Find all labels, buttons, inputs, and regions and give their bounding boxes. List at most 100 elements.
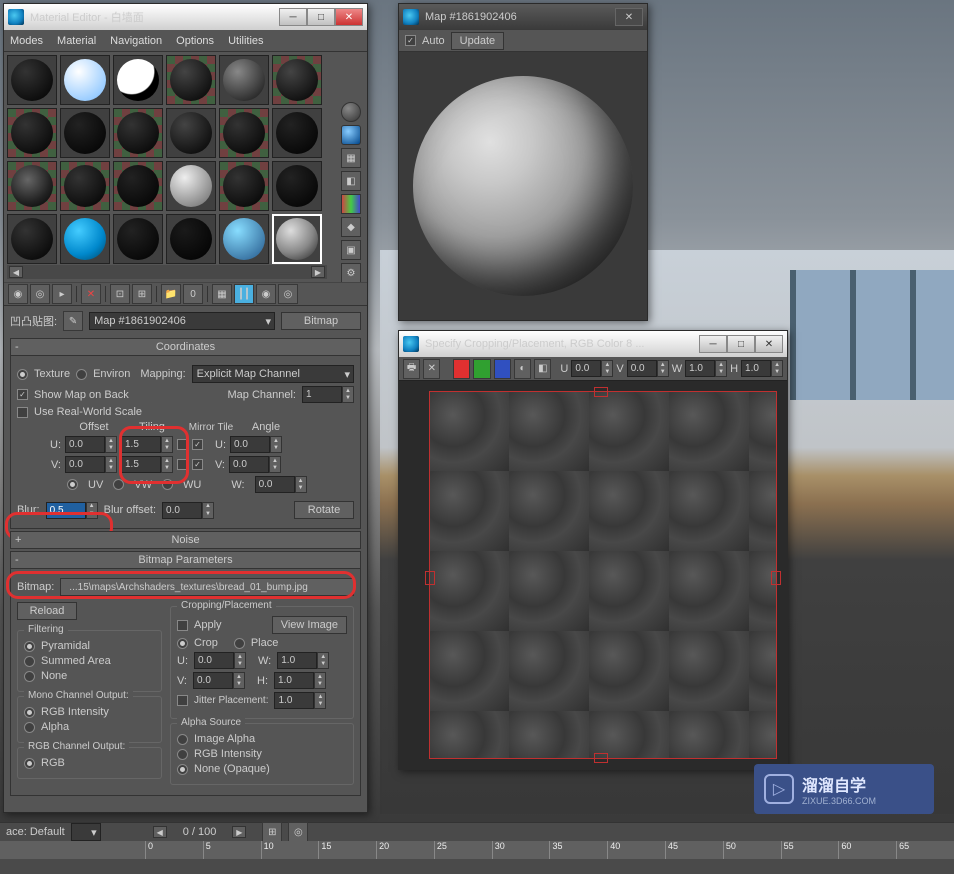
apply-check[interactable] [177,620,188,631]
v-tile-check[interactable] [192,459,203,470]
backlight-icon[interactable]: ▦ [341,148,361,168]
menu-options[interactable]: Options [176,35,214,47]
coordinates-header[interactable]: -Coordinates [10,338,361,356]
sample-slot[interactable] [60,108,110,158]
crop-u-spinner[interactable]: ▲▼ [194,652,246,669]
u-angle-spinner[interactable]: ▲▼ [230,436,282,453]
crop-h-spinner[interactable]: ▲▼ [274,672,326,689]
v-mirror-check[interactable] [177,459,188,470]
scroll-right-icon[interactable]: ▶ [311,266,325,278]
make-preview-icon[interactable]: ▣ [341,240,361,260]
rgb-radio[interactable] [24,758,35,769]
sample-slot[interactable] [7,161,57,211]
summed-radio[interactable] [24,656,35,667]
jitter-spinner[interactable]: ▲▼ [274,692,326,709]
map-channel-spinner[interactable]: ▲▼ [302,386,354,403]
make-unique-icon[interactable]: ⊞ [132,284,152,304]
close-button[interactable]: ✕ [615,8,643,26]
wu-radio[interactable] [162,479,173,490]
sample-slot[interactable] [272,108,322,158]
background-icon[interactable]: ◧ [341,171,361,191]
maximize-button[interactable]: □ [307,8,335,26]
sample-slot[interactable] [113,108,163,158]
sample-uv-icon[interactable] [341,194,361,214]
sample-slot[interactable] [219,108,269,158]
make-copy-icon[interactable]: ⊡ [110,284,130,304]
texture-view[interactable] [399,381,787,769]
rgb-intensity-radio[interactable] [24,707,35,718]
timeline-prev-icon[interactable]: ◀ [153,826,167,838]
time-ruler[interactable]: document.write(Array.from({length:14},(_… [0,841,954,859]
jitter-check[interactable] [177,695,188,706]
show-map-check[interactable] [17,389,28,400]
channel-a-icon[interactable]: ◐ [514,359,531,379]
menu-modes[interactable]: Modes [10,35,43,47]
u-tiling-spinner[interactable]: ▲▼ [121,436,173,453]
crop-radio[interactable] [177,638,188,649]
sample-slot[interactable] [166,55,216,105]
sample-slot[interactable] [272,55,322,105]
video-color-icon[interactable]: ◆ [341,217,361,237]
mapping-dropdown[interactable]: Explicit Map Channel [192,365,354,383]
key-mode-icon[interactable]: ◎ [288,822,308,842]
update-button[interactable]: Update [451,32,504,50]
pick-icon[interactable]: ✎ [63,311,83,331]
crop-h-spinner[interactable]: ▲▼ [741,360,783,377]
minimize-button[interactable]: ─ [279,8,307,26]
reset-icon[interactable]: ✕ [81,284,101,304]
close-icon[interactable]: ✕ [423,359,440,379]
scroll-left-icon[interactable]: ◀ [9,266,23,278]
space-dropdown[interactable] [71,823,101,841]
maximize-button[interactable]: □ [727,335,755,353]
go-to-parent-icon[interactable]: ◉ [256,284,276,304]
sample-slot[interactable] [219,55,269,105]
get-material-icon[interactable]: ◉ [8,284,28,304]
alpha-radio[interactable] [24,722,35,733]
bitmap-path-button[interactable]: ...15\maps\Archshaders_textures\bread_01… [60,578,354,596]
sample-slot[interactable] [60,214,110,264]
sample-slot[interactable] [7,55,57,105]
w-angle-spinner[interactable]: ▲▼ [255,476,307,493]
v-offset-spinner[interactable]: ▲▼ [65,456,117,473]
crop-w-spinner[interactable]: ▲▼ [277,652,329,669]
crop-u-spinner[interactable]: ▲▼ [571,360,613,377]
menu-navigation[interactable]: Navigation [110,35,162,47]
show-in-viewport-icon[interactable]: ▦ [212,284,232,304]
map-preview-titlebar[interactable]: Map #1861902406 ✕ [399,4,647,30]
u-offset-spinner[interactable]: ▲▼ [65,436,117,453]
bitmap-params-header[interactable]: -Bitmap Parameters [10,551,361,569]
options-icon[interactable]: ⚙ [341,263,361,283]
slot-type-button[interactable]: Bitmap [281,312,361,330]
none-alpha-radio[interactable] [177,764,188,775]
timeline-next-icon[interactable]: ▶ [232,826,246,838]
sample-slot[interactable] [60,161,110,211]
put-to-scene-icon[interactable]: ◎ [30,284,50,304]
real-world-check[interactable] [17,407,28,418]
sample-slot[interactable] [272,161,322,211]
sample-slot[interactable] [113,214,163,264]
sample-sphere-icon[interactable] [341,125,361,145]
pyramidal-radio[interactable] [24,641,35,652]
texture-radio[interactable] [17,369,28,380]
blur-spinner[interactable]: ▲▼ [46,502,98,519]
rgb-int-alpha-radio[interactable] [177,749,188,760]
sample-slot[interactable] [113,161,163,211]
noise-header[interactable]: +Noise [10,531,361,549]
print-icon[interactable]: 🖶 [403,359,420,379]
menu-material[interactable]: Material [57,35,96,47]
minimize-button[interactable]: ─ [699,335,727,353]
mat-editor-titlebar[interactable]: Material Editor - 白墙面 ─ □ ✕ [4,4,367,30]
assign-icon[interactable]: ▸ [52,284,72,304]
u-tile-check[interactable] [192,439,203,450]
none-filter-radio[interactable] [24,671,35,682]
u-mirror-check[interactable] [177,439,188,450]
v-tiling-spinner[interactable]: ▲▼ [121,456,173,473]
key-filter-icon[interactable]: ⊞ [262,822,282,842]
channel-mono-icon[interactable]: ◧ [534,359,551,379]
sample-slot[interactable] [219,214,269,264]
cropping-titlebar[interactable]: Specify Cropping/Placement, RGB Color 8 … [399,331,787,357]
view-image-button[interactable]: View Image [272,616,347,634]
put-to-library-icon[interactable]: 📁 [161,284,181,304]
crop-w-spinner[interactable]: ▲▼ [685,360,727,377]
crop-v-spinner[interactable]: ▲▼ [627,360,669,377]
